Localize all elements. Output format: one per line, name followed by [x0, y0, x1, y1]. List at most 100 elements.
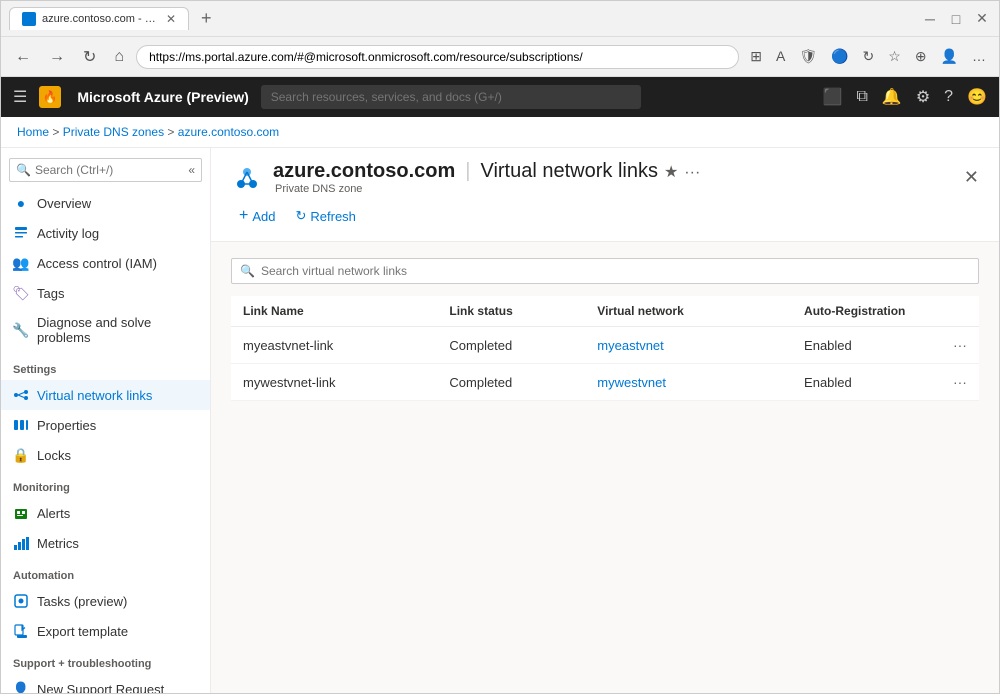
sidebar-item-label-tasks: Tasks (preview) [37, 594, 127, 609]
sidebar-item-tasks[interactable]: Tasks (preview) [1, 586, 210, 616]
row2-link-status: Completed [437, 364, 585, 401]
breadcrumb-home[interactable]: Home [17, 125, 49, 139]
toolbar: + Add ↻ Refresh [231, 195, 979, 233]
sidebar-item-label-locks: Locks [37, 448, 71, 463]
notifications-icon[interactable]: 🔔 [882, 87, 902, 107]
sidebar-item-label-tags: Tags [37, 286, 64, 301]
table-row: mywestvnet-link Completed mywestvnet Ena… [231, 364, 979, 401]
cast-icon[interactable]: ⊞ [745, 44, 767, 69]
content-inner: 🔍 Link Name Link status Virtual network … [211, 242, 999, 417]
portal-settings-icon[interactable]: ⧉ [856, 88, 867, 106]
breadcrumb-resource[interactable]: azure.contoso.com [178, 125, 279, 139]
reload-button[interactable]: ↻ [77, 43, 102, 71]
row2-virtual-network[interactable]: mywestvnet [585, 364, 792, 401]
sidebar-item-activity-log[interactable]: Activity log [1, 218, 210, 248]
row1-virtual-network[interactable]: myeastvnet [585, 327, 792, 364]
section-automation: Automation [1, 558, 210, 586]
favorite-button[interactable]: ★ [664, 162, 678, 182]
sidebar-item-export[interactable]: Export template [1, 616, 210, 646]
sidebar-item-label-diagnose: Diagnose and solve problems [37, 315, 198, 345]
sidebar-item-label-export: Export template [37, 624, 128, 639]
row1-link-name: myeastvnet-link [231, 327, 437, 364]
vnet-search-input[interactable] [261, 264, 970, 278]
row2-vnet-link[interactable]: mywestvnet [597, 375, 666, 390]
sidebar-item-overview[interactable]: ● Overview [1, 188, 210, 218]
ublock-icon[interactable]: 🔵 [826, 44, 853, 69]
breadcrumb-dns-zones[interactable]: Private DNS zones [63, 125, 164, 139]
minimize-button[interactable]: ─ [921, 10, 939, 28]
row2-link-name: mywestvnet-link [231, 364, 437, 401]
home-button[interactable]: ⌂ [108, 44, 130, 70]
section-settings: Settings [1, 352, 210, 380]
sidebar-search-input[interactable] [35, 163, 184, 177]
maximize-button[interactable]: □ [947, 10, 965, 28]
sidebar-item-tags[interactable]: 🏷 Tags [1, 278, 210, 308]
iam-icon: 👥 [13, 255, 29, 271]
sidebar-item-locks[interactable]: 🔒 Locks [1, 440, 210, 470]
shield-icon[interactable]: 🛡 [794, 44, 822, 69]
forward-button[interactable]: → [43, 44, 71, 70]
tab-close-btn[interactable]: ✕ [166, 12, 176, 26]
sidebar-collapse-icon[interactable]: « [188, 163, 195, 177]
new-tab-button[interactable]: + [197, 8, 216, 29]
azure-logo: Microsoft Azure (Preview) [77, 89, 248, 105]
main-content: azure.contoso.com | Virtual network link… [211, 148, 999, 693]
settings-icon[interactable]: ⚙ [916, 87, 930, 107]
overview-icon: ● [13, 195, 29, 211]
sidebar-search-box[interactable]: 🔍 « [9, 158, 202, 182]
refresh-button[interactable]: ↻ Refresh [287, 204, 363, 228]
close-pane-button[interactable]: ✕ [964, 167, 979, 188]
cloud-shell-icon[interactable]: ⬛ [823, 87, 843, 107]
feedback-icon[interactable]: 😊 [967, 87, 987, 107]
row2-more[interactable]: ··· [941, 364, 979, 401]
sidebar-item-iam[interactable]: 👥 Access control (IAM) [1, 248, 210, 278]
row1-more-icon[interactable]: ··· [953, 337, 967, 353]
sidebar-item-label-vnet-links: Virtual network links [37, 388, 152, 403]
back-button[interactable]: ← [9, 44, 37, 70]
breadcrumb: Home > Private DNS zones > azure.contoso… [1, 117, 999, 148]
hamburger-menu[interactable]: ☰ [13, 87, 27, 107]
close-window-button[interactable]: ✕ [973, 10, 991, 28]
vnet-search-box[interactable]: 🔍 [231, 258, 979, 284]
export-icon [13, 623, 29, 639]
sidebar-item-label-overview: Overview [37, 196, 91, 211]
collections-icon[interactable]: ⊕ [910, 44, 932, 69]
translate-icon[interactable]: A [771, 44, 790, 69]
row1-auto-registration: Enabled [792, 327, 941, 364]
resource-type: Private DNS zone [275, 183, 700, 195]
row1-more[interactable]: ··· [941, 327, 979, 364]
col-link-status: Link status [437, 296, 585, 327]
metrics-icon [13, 535, 29, 551]
row1-vnet-link[interactable]: myeastvnet [597, 338, 663, 353]
col-auto-registration: Auto-Registration [792, 296, 941, 327]
sidebar-item-label-activity-log: Activity log [37, 226, 99, 241]
row2-more-icon[interactable]: ··· [953, 374, 967, 390]
star-icon[interactable]: ☆ [883, 44, 906, 69]
sidebar-item-metrics[interactable]: Metrics [1, 528, 210, 558]
address-bar[interactable] [136, 45, 739, 69]
alerts-icon [13, 505, 29, 521]
help-icon[interactable]: ? [944, 88, 953, 106]
browser-tab[interactable]: azure.contoso.com - Microsoft A... ✕ [9, 7, 189, 30]
activity-log-icon [13, 225, 29, 241]
sidebar-item-virtual-network-links[interactable]: Virtual network links [1, 380, 210, 410]
refresh-icon[interactable]: ↻ [858, 44, 880, 69]
locks-icon: 🔒 [13, 447, 29, 463]
sidebar-item-diagnose[interactable]: 🔧 Diagnose and solve problems [1, 308, 210, 352]
profile-icon[interactable]: 👤 [936, 44, 963, 69]
tags-icon: 🏷 [13, 285, 29, 301]
global-search-input[interactable] [261, 85, 641, 109]
more-tools-icon[interactable]: … [967, 44, 991, 69]
page-name: Virtual network links [480, 160, 657, 183]
azure-logo-icon: 🔥 [39, 86, 61, 108]
window-controls: ─ □ ✕ [921, 10, 991, 28]
sidebar-item-alerts[interactable]: Alerts [1, 498, 210, 528]
add-button[interactable]: + Add [231, 203, 283, 229]
sidebar-item-properties[interactable]: Properties [1, 410, 210, 440]
sidebar-item-label-support: New Support Request [37, 682, 164, 694]
add-label: Add [252, 209, 275, 224]
more-options-button[interactable]: ··· [684, 164, 700, 182]
resource-name: azure.contoso.com [273, 160, 455, 183]
sidebar-item-support[interactable]: 👤 New Support Request [1, 674, 210, 693]
col-virtual-network: Virtual network [585, 296, 792, 327]
